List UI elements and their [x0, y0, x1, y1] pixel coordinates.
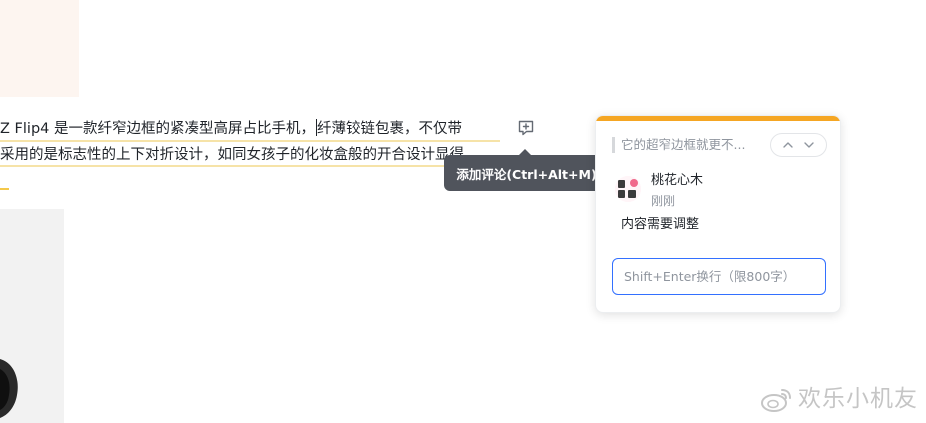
comment-navigation: [770, 133, 827, 157]
add-comment-button[interactable]: [516, 118, 536, 138]
comment-panel: 它的超窄边框就更不... 桃花心木 刚刚 内容需要调整: [595, 115, 841, 313]
watermark: 欢乐小机友: [760, 384, 918, 414]
comment-highlight-underline: [0, 140, 500, 142]
add-comment-tooltip: 添加评论(Ctrl+Alt+M): [444, 155, 609, 191]
quote-marker: [612, 137, 615, 153]
add-comment-icon: [518, 120, 534, 136]
previous-comment-button[interactable]: [780, 137, 796, 153]
weibo-icon: [761, 389, 791, 412]
avatar[interactable]: [615, 176, 641, 202]
chevron-up-icon: [783, 142, 793, 148]
peach-blossom-avatar: [615, 176, 641, 202]
quoted-text[interactable]: 它的超窄边框就更不...: [621, 136, 745, 154]
comment-text: 内容需要调整: [621, 217, 700, 232]
document-text-line-1[interactable]: Z Flip4 是一款纤窄边框的紧凑型高屏占比手机， 纤薄铰链包裹，不仅带: [0, 119, 462, 139]
comment-time: 刚刚: [651, 194, 676, 208]
document-text-segment: Z Flip4 是一款纤窄边框的紧凑型高屏占比手机，: [0, 121, 315, 137]
comment-highlight-underline: [0, 188, 9, 190]
reply-input[interactable]: [612, 258, 826, 295]
watermark-text: 欢乐小机友: [798, 386, 918, 412]
document-text-line-2[interactable]: 采用的是标志性的上下对折设计，如同女孩子的化妆盒般的开合设计显得: [0, 145, 464, 165]
chevron-down-icon: [804, 142, 814, 148]
next-comment-button[interactable]: [801, 137, 817, 153]
comment-highlight-underline: [0, 165, 445, 167]
phone-image: [0, 359, 18, 418]
document-text-segment: 纤薄铰链包裹，不仅带: [316, 121, 462, 137]
comment-panel-accent-bar: [596, 116, 840, 121]
embedded-image-phone: [0, 209, 64, 423]
comment-author[interactable]: 桃花心木: [651, 172, 703, 190]
embedded-image-top: [0, 0, 79, 97]
